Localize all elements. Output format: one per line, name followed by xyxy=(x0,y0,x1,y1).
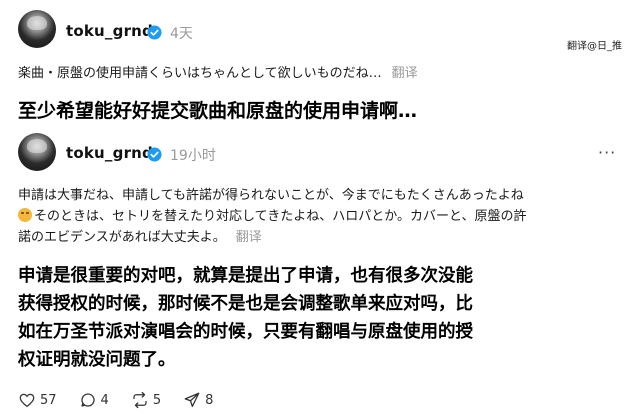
verified-badge-icon xyxy=(147,147,162,162)
translation-line: 获得授权的时候，那时候不是也是会调整歌单来应对吗，比 xyxy=(18,294,473,314)
post-time: 4天 xyxy=(170,26,193,42)
like-count: 57 xyxy=(40,392,57,408)
post-text-line: そのときは、セトリを替えたり対応してきたよね、ハロパとか。カバーと、原盤の許 xyxy=(18,206,628,227)
watermark: 翻译@日_推 xyxy=(567,41,622,52)
post-text-original: 楽曲・原盤の使用申請くらいはちゃんとして欲しいものだね… xyxy=(18,66,382,81)
post-text-line: 申請は大事だね、申請しても許諾が得られないことが、今までにもたくさんあったよね xyxy=(18,188,524,203)
verified-badge-icon xyxy=(147,25,162,40)
translation-text: 至少希望能好好提交歌曲和原盘的使用申请啊… xyxy=(18,100,418,122)
post-text-line: 諾のエビデンスがあれば大丈夫よ。 翻译 xyxy=(18,230,262,245)
send-icon xyxy=(184,392,200,408)
repost-count: 5 xyxy=(152,392,162,408)
translate-link[interactable]: 翻译 xyxy=(236,230,262,245)
share-count: 8 xyxy=(205,392,214,408)
like-button[interactable]: 57 xyxy=(18,391,57,409)
translation-text: 申请是很重要的对吧，就算是提出了申请，也有很多次没能 获得授权的时候，那时候不是… xyxy=(18,262,633,374)
comment-icon xyxy=(80,393,95,407)
repost-icon xyxy=(133,391,147,409)
translation-line: 权证明就没问题了。 xyxy=(18,350,176,370)
action-bar: 57 4 5 8 xyxy=(18,388,235,412)
smiling-face-icon xyxy=(18,208,32,222)
translation-line: 申请是很重要的对吧，就算是提出了申请，也有很多次没能 xyxy=(18,266,473,286)
post-time: 19小时 xyxy=(170,148,216,164)
heart-icon xyxy=(19,393,35,408)
reply-count: 4 xyxy=(100,392,109,408)
username[interactable]: toku_grnd xyxy=(66,144,153,162)
username[interactable]: toku_grnd xyxy=(66,22,153,40)
more-options-icon[interactable]: ··· xyxy=(598,143,616,162)
repost-button[interactable]: 5 xyxy=(131,391,161,409)
translate-link[interactable]: 翻译 xyxy=(392,66,418,81)
reply-button[interactable]: 4 xyxy=(79,391,109,409)
avatar[interactable] xyxy=(18,10,56,48)
avatar[interactable] xyxy=(18,133,56,171)
translation-line: 如在万圣节派对演唱会的时候，只要有翻唱与原盘使用的授 xyxy=(18,322,473,342)
share-button[interactable]: 8 xyxy=(183,391,213,409)
post-text: 楽曲・原盤の使用申請くらいはちゃんとして欲しいものだね… 翻译 xyxy=(18,63,418,84)
post-text: 申請は大事だね、申請しても許諾が得られないことが、今までにもたくさんあったよね … xyxy=(18,185,628,248)
